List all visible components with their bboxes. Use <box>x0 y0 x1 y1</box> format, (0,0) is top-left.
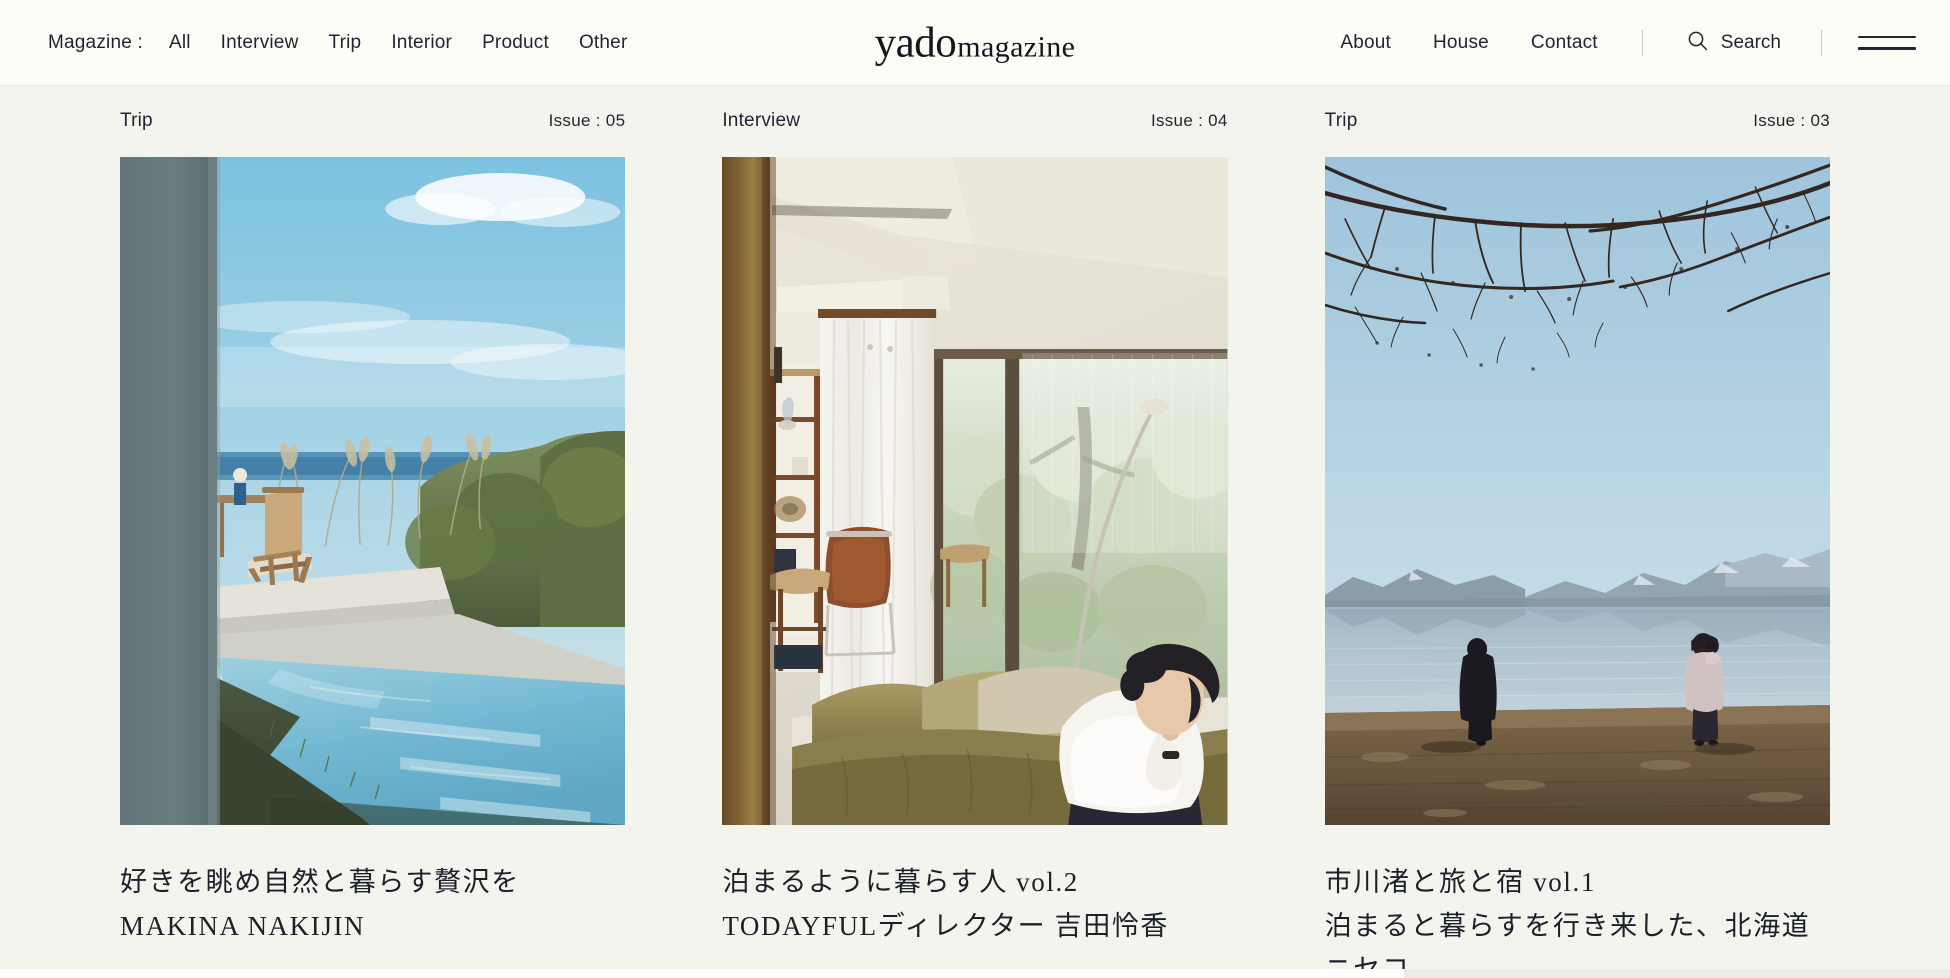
card-issue: Issue : 05 <box>548 111 626 130</box>
card-meta: Trip Issue : 05 <box>120 110 625 132</box>
card-title-line2: TODAYFULディレクター 吉田怜香 <box>722 910 1170 941</box>
article-card[interactable]: Trip Issue : 03 市川渚と旅と宿 vol.1 泊まると暮らすを行き… <box>1324 110 1830 978</box>
category-interior[interactable]: Interior <box>391 32 452 54</box>
nav-house[interactable]: House <box>1433 32 1489 54</box>
nav-divider-2 <box>1821 29 1822 56</box>
article-card[interactable]: Interview Issue : 04 泊まるように暮らす人 vol.2 TO… <box>722 110 1228 978</box>
lake-shore-photo[interactable] <box>1324 157 1830 825</box>
logo-primary: yado <box>874 19 957 66</box>
card-issue: Issue : 03 <box>1753 111 1830 130</box>
article-card[interactable]: Trip Issue : 05 好きを眺め自然と暮らす贅沢を MAKINA NA… <box>120 110 626 978</box>
horizontal-scrollbar[interactable] <box>0 969 1950 978</box>
card-title-line1: 泊まるように暮らす人 vol.2 <box>722 867 1079 897</box>
search-label: Search <box>1720 31 1781 53</box>
nav-about[interactable]: About <box>1340 32 1391 54</box>
nav-contact[interactable]: Contact <box>1531 32 1598 54</box>
site-header: Magazine : All Interview Trip Interior P… <box>0 0 1950 86</box>
magazine-label: Magazine : <box>48 31 143 53</box>
site-logo[interactable]: yado magazine <box>875 18 1076 67</box>
hamburger-menu-icon[interactable] <box>1858 35 1916 50</box>
category-all[interactable]: All <box>169 32 191 54</box>
card-title-line1: 市川渚と旅と宿 vol.1 <box>1324 867 1596 897</box>
utility-nav: About House Contact Search <box>1340 29 1916 56</box>
search-icon <box>1687 30 1708 56</box>
interior-interview-photo[interactable] <box>722 157 1228 825</box>
card-title-line2: 泊まると暮らすを行き来した、北海道ニセコ <box>1324 910 1811 978</box>
category-interview[interactable]: Interview <box>221 32 299 54</box>
card-meta: Trip Issue : 03 <box>1325 110 1830 132</box>
card-category: Trip <box>120 110 153 131</box>
card-title: 泊まるように暮らす人 vol.2 TODAYFULディレクター 吉田怜香 <box>722 861 1227 948</box>
card-category: Interview <box>722 110 801 131</box>
card-title-line1: 好きを眺め自然と暮らす贅沢を <box>120 867 520 897</box>
logo-secondary: magazine <box>957 30 1076 63</box>
card-title-line2: MAKINA NAKIJIN <box>120 910 366 941</box>
scrollbar-thumb[interactable] <box>0 969 1404 978</box>
hamburger-line-1 <box>1858 35 1916 38</box>
pool-terrace-photo[interactable] <box>120 157 626 825</box>
hamburger-line-2 <box>1858 47 1916 50</box>
category-product[interactable]: Product <box>482 32 549 54</box>
card-category: Trip <box>1324 110 1358 131</box>
search-button[interactable]: Search <box>1687 30 1781 56</box>
nav-divider-1 <box>1641 29 1643 56</box>
category-other[interactable]: Other <box>579 32 628 54</box>
article-grid: Trip Issue : 05 好きを眺め自然と暮らす贅沢を MAKINA NA… <box>0 110 1950 978</box>
card-title: 好きを眺め自然と暮らす贅沢を MAKINA NAKIJIN <box>120 861 625 948</box>
card-title: 市川渚と旅と宿 vol.1 泊まると暮らすを行き来した、北海道ニセコ <box>1325 861 1830 978</box>
category-trip[interactable]: Trip <box>329 32 362 54</box>
card-issue: Issue : 04 <box>1150 111 1228 130</box>
category-nav: Magazine : All Interview Trip Interior P… <box>48 32 627 54</box>
card-meta: Interview Issue : 04 <box>722 110 1227 132</box>
